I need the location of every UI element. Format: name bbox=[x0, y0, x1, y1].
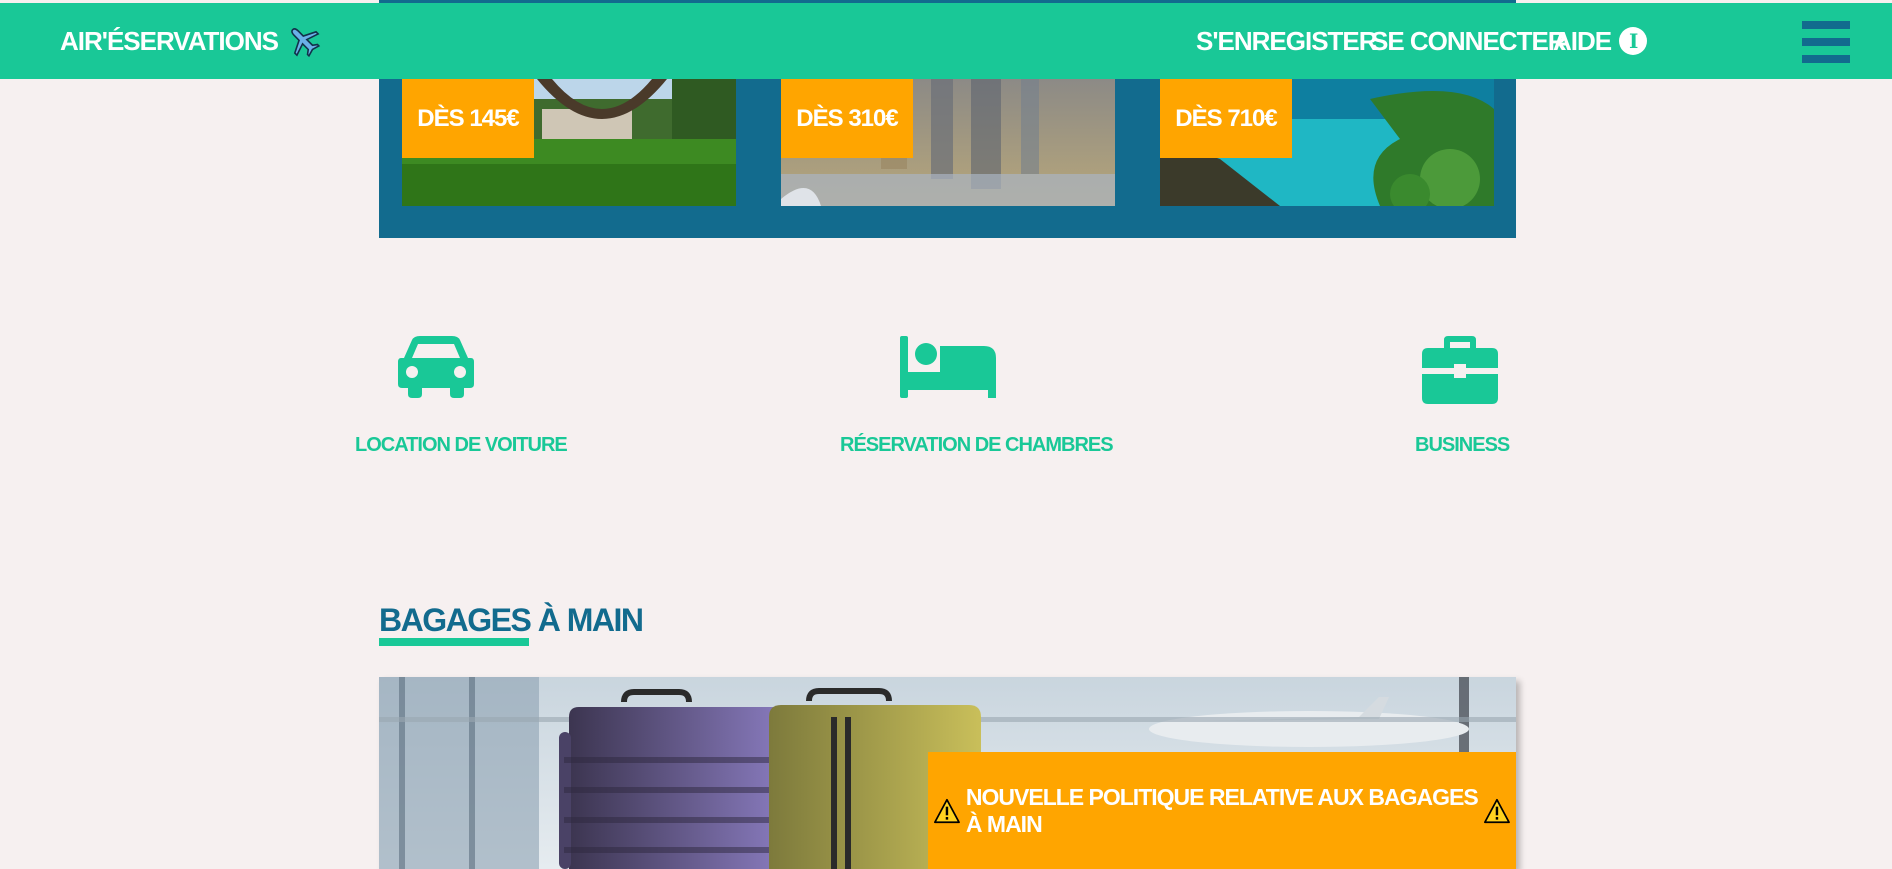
price-badge: DÈS 145€ bbox=[402, 79, 534, 158]
car-icon bbox=[398, 336, 474, 398]
service-label: LOCATION DE VOITURE bbox=[355, 434, 568, 456]
register-link[interactable]: S'ENREGISTER bbox=[1196, 3, 1378, 79]
service-label: BUSINESS bbox=[1415, 434, 1510, 456]
info-icon: i bbox=[1619, 27, 1648, 55]
brand-logo[interactable]: AIR'ÉSERVATIONS bbox=[60, 3, 322, 79]
airplane-icon bbox=[291, 28, 321, 58]
top-navigation-bar: AIR'ÉSERVATIONS S'ENREGISTER SE CONNECTE… bbox=[0, 3, 1892, 79]
offer-card-city[interactable]: DÈS 310€ bbox=[781, 79, 1115, 206]
notice-text: NOUVELLE POLITIQUE RELATIVE AUX BAGAGES … bbox=[965, 783, 1479, 837]
service-business[interactable]: BUSINESS bbox=[1415, 336, 1510, 457]
service-label: RÉSERVATION DE CHAMBRES bbox=[840, 434, 1114, 456]
hamburger-menu-icon[interactable] bbox=[1802, 21, 1850, 63]
warning-icon bbox=[934, 798, 960, 823]
section-underline bbox=[379, 638, 529, 646]
help-label: AIDE bbox=[1553, 25, 1612, 56]
price-badge: DÈS 310€ bbox=[781, 79, 913, 158]
price-badge: DÈS 710€ bbox=[1160, 79, 1292, 158]
section-title: BAGAGES À MAIN bbox=[379, 602, 644, 638]
service-car-rental[interactable]: LOCATION DE VOITURE bbox=[355, 336, 568, 457]
service-room-booking[interactable]: RÉSERVATION DE CHAMBRES bbox=[840, 336, 1114, 457]
briefcase-icon bbox=[1422, 336, 1498, 404]
offer-card-lagoon[interactable]: DÈS 710€ bbox=[1160, 79, 1494, 206]
offer-card-paris[interactable]: DÈS 145€ bbox=[402, 79, 736, 206]
help-link[interactable]: AIDE i bbox=[1553, 3, 1648, 79]
bed-icon bbox=[899, 336, 996, 398]
luggage-policy-notice[interactable]: NOUVELLE POLITIQUE RELATIVE AUX BAGAGES … bbox=[928, 752, 1516, 869]
login-link[interactable]: SE CONNECTER bbox=[1371, 3, 1567, 79]
brand-name: AIR'ÉSERVATIONS bbox=[60, 25, 279, 56]
warning-icon bbox=[1484, 798, 1510, 823]
